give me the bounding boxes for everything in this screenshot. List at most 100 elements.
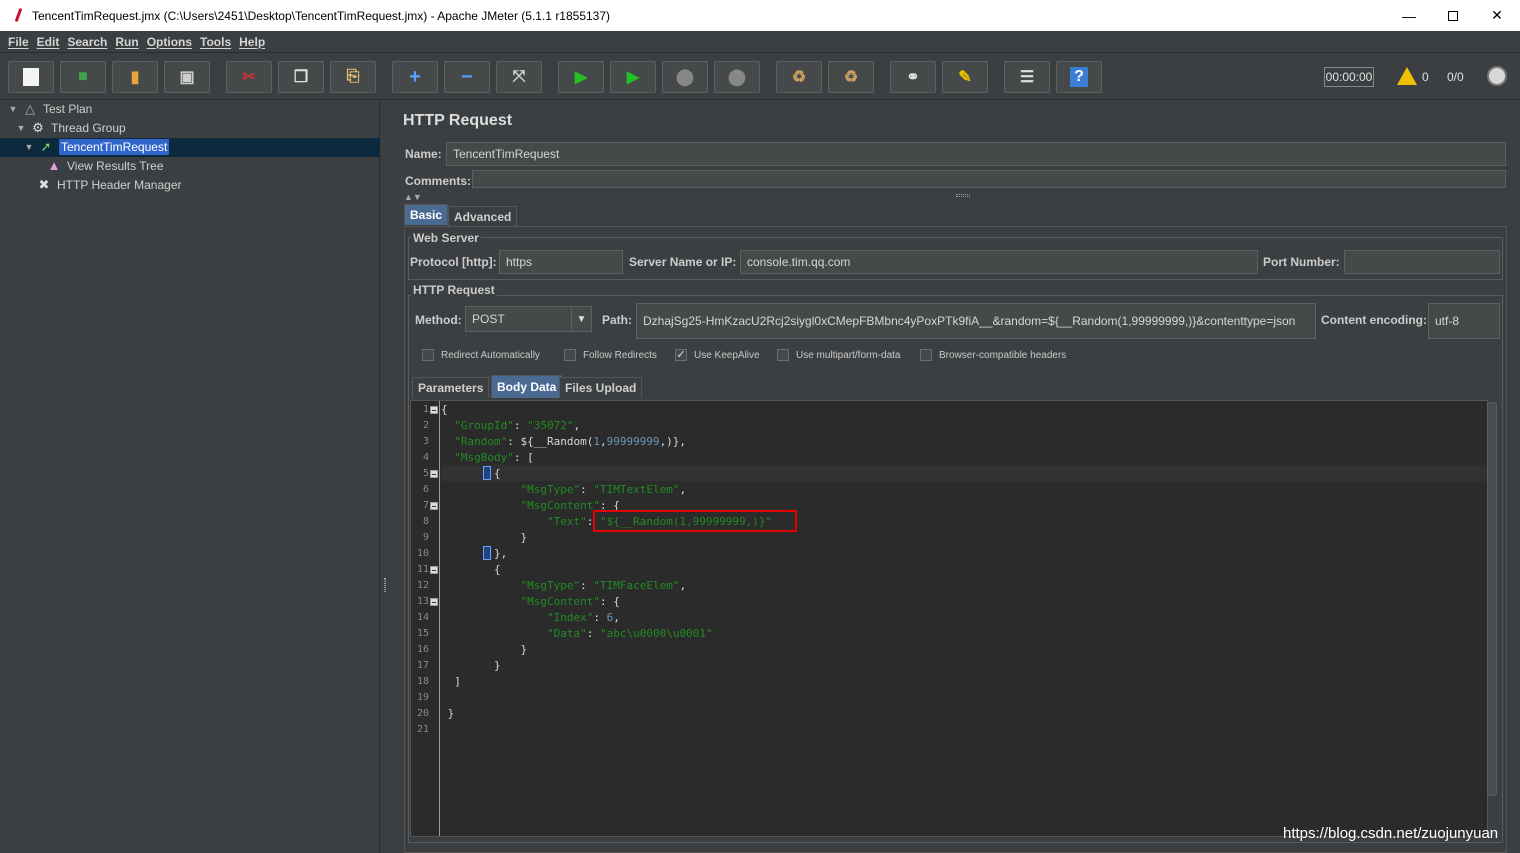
expand-button[interactable]: + [392,61,438,93]
path-input[interactable]: DzhajSg25-HmKzacU2Rcj2siygl0xCMepFBMbnc4… [636,303,1316,339]
protocol-input[interactable]: https [499,250,623,274]
line-number: 14 [416,612,429,623]
tab-parameters[interactable]: Parameters [412,377,490,398]
body-data-editor[interactable]: 1 2 3 4 5 6 7 8 9 10 11 12 13 14 15 16 17 18 19 20 21 { "Gro… [410,400,1488,837]
server-name-input[interactable]: console.tim.qq.com [740,250,1258,274]
menu-options[interactable]: Options [147,35,192,49]
checkbox-box[interactable] [564,349,576,361]
tree-item-thread-group[interactable]: ▼ ⚙ Thread Group [16,118,126,137]
tree-item-test-plan[interactable]: ▼ △ Test Plan [8,99,93,118]
fold-toggle-icon[interactable] [430,470,438,478]
clear-all-button[interactable]: ♻ [828,61,874,93]
collapse-arrows-icon[interactable]: ▲▼ [404,192,422,202]
expand-toggle-icon[interactable]: ▼ [24,142,34,152]
help-button[interactable]: ? [1056,61,1102,93]
expand-toggle-icon[interactable]: ▼ [16,123,26,133]
tab-body-data[interactable]: Body Data [491,375,563,398]
templates-button[interactable]: ■ [60,61,106,93]
gear-icon: ⚙ [32,119,44,135]
fold-toggle-icon[interactable] [430,406,438,414]
collapse-button[interactable]: − [444,61,490,93]
menu-tools[interactable]: Tools [200,35,231,49]
tree-item-label: HTTP Header Manager [57,177,182,192]
binoculars-icon: ⚭ [906,69,920,86]
browser-compatible-headers-checkbox[interactable]: Browser-compatible headers [920,349,1066,361]
clear-icon: ♻ [791,69,807,86]
http-request-title: HTTP Request [411,283,497,297]
clear-all-icon: ♻ [843,69,859,86]
code-token: "TIMTextElem" [593,483,680,496]
content-encoding-input[interactable]: utf-8 [1428,303,1500,339]
web-server-title: Web Server [411,231,481,245]
name-label: Name: [405,147,442,161]
menu-help[interactable]: Help [239,35,265,49]
tab-advanced[interactable]: Advanced [448,206,518,227]
tree-item-view-results-tree[interactable]: ▲ View Results Tree [46,156,164,175]
method-select[interactable]: POST ▼ [465,306,592,332]
toolbar: ■ ▮ ▣ ✂ ❐ ⎘ + − ⤧ ▶ ▶ ⬤ ⬤ ♻ ♻ ⚭ ✎ ☰ ? [0,54,1520,100]
comments-label: Comments: [405,174,472,188]
save-button[interactable]: ▣ [164,61,210,93]
tree-item-label: TencentTimRequest [59,138,170,155]
code-token: }, [441,547,508,560]
line-number: 20 [416,708,429,719]
menu-run[interactable]: Run [115,35,138,49]
use-multipart-checkbox[interactable]: Use multipart/form-data [777,349,900,361]
panel-splitter[interactable] [381,100,389,853]
fold-toggle-icon[interactable] [430,598,438,606]
check-icon[interactable]: ✓ [675,349,687,361]
port-number-input[interactable] [1344,250,1500,274]
reset-search-button[interactable]: ✎ [942,61,988,93]
menu-file[interactable]: File [8,35,29,49]
fold-toggle-icon[interactable] [430,566,438,574]
shutdown-button[interactable]: ⬤ [714,61,760,93]
checkbox-box[interactable] [777,349,789,361]
warning-icon[interactable] [1397,67,1417,85]
comments-input[interactable] [472,170,1506,188]
tab-basic[interactable]: Basic [404,204,449,225]
code-line: }, [441,546,507,562]
fold-toggle-icon[interactable] [430,502,438,510]
checkbox-label: Use multipart/form-data [796,349,901,361]
tab-files-upload[interactable]: Files Upload [559,377,643,398]
tree-item-label: Thread Group [51,120,126,135]
redirect-automatically-checkbox[interactable]: Redirect Automatically [422,349,540,361]
close-button[interactable]: ✕ [1474,0,1520,31]
function-helper-button[interactable]: ☰ [1004,61,1050,93]
new-button[interactable] [8,61,54,93]
expand-toggle-icon[interactable]: ▼ [8,104,18,114]
paste-button[interactable]: ⎘ [330,61,376,93]
resize-grip-icon[interactable] [956,194,970,197]
line-number: 6 [422,484,429,495]
tree-item-http-header-manager[interactable]: ✖ HTTP Header Manager [36,175,182,194]
stop-button[interactable]: ⬤ [662,61,708,93]
clear-button[interactable]: ♻ [776,61,822,93]
line-number: 11 [416,564,429,575]
name-input[interactable]: TencentTimRequest [446,142,1506,166]
copy-button[interactable]: ❐ [278,61,324,93]
search-button[interactable]: ⚭ [890,61,936,93]
minimize-button[interactable]: — [1386,0,1432,31]
start-no-pauses-button[interactable]: ▶ [610,61,656,93]
checkbox-box[interactable] [920,349,932,361]
vertical-scrollbar[interactable] [1487,402,1497,796]
use-keepalive-checkbox[interactable]: ✓ Use KeepAlive [675,349,760,361]
maximize-button[interactable] [1430,0,1476,31]
start-button[interactable]: ▶ [558,61,604,93]
open-button[interactable]: ▮ [112,61,158,93]
cut-button[interactable]: ✂ [226,61,272,93]
follow-redirects-checkbox[interactable]: Follow Redirects [564,349,657,361]
menu-search[interactable]: Search [67,35,107,49]
code-token: } [441,643,528,656]
tree-item-label: View Results Tree [67,158,164,173]
chevron-down-icon[interactable]: ▼ [571,307,591,331]
menu-edit[interactable]: Edit [37,35,60,49]
checkbox-box[interactable] [422,349,434,361]
code-token: "MsgContent" [520,499,600,512]
tree-item-tencenttimrequest[interactable]: ▼ ➚ TencentTimRequest [24,137,170,156]
code-token: "MsgType" [520,579,581,592]
line-number: 9 [422,532,429,543]
toggle-button[interactable]: ⤧ [496,61,542,93]
